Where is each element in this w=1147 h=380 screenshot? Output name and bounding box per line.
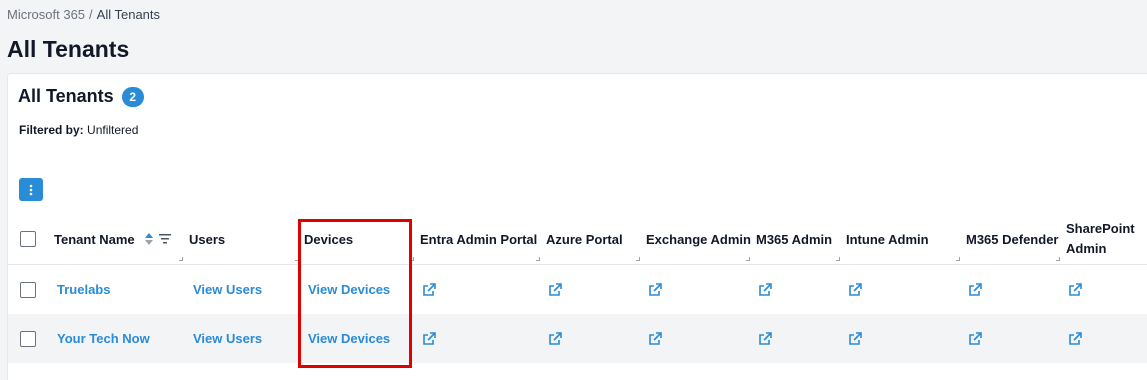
column-header-exchange[interactable]: Exchange Admin [646,214,751,264]
row-checkbox[interactable] [20,330,36,347]
breadcrumb-current: All Tenants [96,7,161,22]
actions-menu-button[interactable] [19,178,43,201]
azure-external-link-icon[interactable] [548,331,562,346]
column-label: Tenant Name [54,231,135,247]
view-users-link[interactable]: View Users [193,314,262,363]
column-header-m365-admin[interactable]: M365 Admin [756,214,832,264]
column-header-users[interactable]: Users [189,214,225,264]
column-resize-handle[interactable] [295,257,299,261]
column-resize-handle[interactable] [1056,257,1060,261]
page-title: All Tenants [7,36,130,62]
tenants-table: Tenant Name Users Devices Entra Admin Po… [8,214,1147,363]
card-title-text: All Tenants [18,86,114,106]
column-header-azure[interactable]: Azure Portal [546,214,623,264]
row-checkbox[interactable] [20,281,36,298]
column-resize-handle[interactable] [746,257,750,261]
table-row: Truelabs View Users View Devices [8,265,1147,314]
filter-label: Filtered by: [19,123,84,137]
filter-icon[interactable] [158,234,171,244]
column-resize-handle[interactable] [179,257,183,261]
defender-external-link-icon[interactable] [968,331,982,346]
tenant-name-link[interactable]: Your Tech Now [57,314,150,363]
filter-value: Unfiltered [87,123,139,137]
view-devices-link[interactable]: View Devices [308,265,390,314]
tenants-card: All Tenants 2 Filtered by: Unfiltered Te… [7,73,1147,380]
column-resize-handle[interactable] [836,257,840,261]
azure-external-link-icon[interactable] [548,282,562,297]
column-header-defender[interactable]: M365 Defender [966,214,1058,264]
sort-icon[interactable] [144,233,153,245]
column-resize-handle[interactable] [410,257,414,261]
column-label-line-1: SharePoint [1066,221,1135,236]
exchange-external-link-icon[interactable] [648,331,662,346]
view-devices-link[interactable]: View Devices [308,314,390,363]
table-row: Your Tech Now View Users View Devices [8,314,1147,363]
column-header-tenant-name[interactable]: Tenant Name [54,214,171,264]
count-badge: 2 [121,86,144,107]
column-label-line-2: Admin [1066,241,1107,256]
view-users-link[interactable]: View Users [193,265,262,314]
breadcrumb-microsoft-365[interactable]: Microsoft 365 [7,7,85,22]
entra-external-link-icon[interactable] [422,282,436,297]
exchange-external-link-icon[interactable] [648,282,662,297]
tenant-name-link[interactable]: Truelabs [57,265,110,314]
intune-external-link-icon[interactable] [848,282,862,297]
column-header-sharepoint[interactable]: SharePoint Admin [1066,214,1135,264]
column-header-intune[interactable]: Intune Admin [846,214,929,264]
table-header-row: Tenant Name Users Devices Entra Admin Po… [8,214,1147,265]
column-header-devices[interactable]: Devices [304,214,353,264]
column-resize-handle[interactable] [956,257,960,261]
select-all-cell [20,214,36,264]
column-header-entra[interactable]: Entra Admin Portal [420,214,537,264]
column-resize-handle[interactable] [536,257,540,261]
kebab-menu-icon [29,184,33,195]
m365-admin-external-link-icon[interactable] [758,331,772,346]
m365-admin-external-link-icon[interactable] [758,282,772,297]
sharepoint-external-link-icon[interactable] [1068,331,1082,346]
column-resize-handle[interactable] [636,257,640,261]
entra-external-link-icon[interactable] [422,331,436,346]
filter-status: Filtered by: Unfiltered [19,123,138,137]
intune-external-link-icon[interactable] [848,331,862,346]
breadcrumb-separator: / [89,7,93,22]
sharepoint-external-link-icon[interactable] [1068,282,1082,297]
select-all-checkbox[interactable] [20,231,36,247]
card-title: All Tenants 2 [18,86,144,107]
breadcrumb: Microsoft 365 /All Tenants [7,7,160,22]
defender-external-link-icon[interactable] [968,282,982,297]
